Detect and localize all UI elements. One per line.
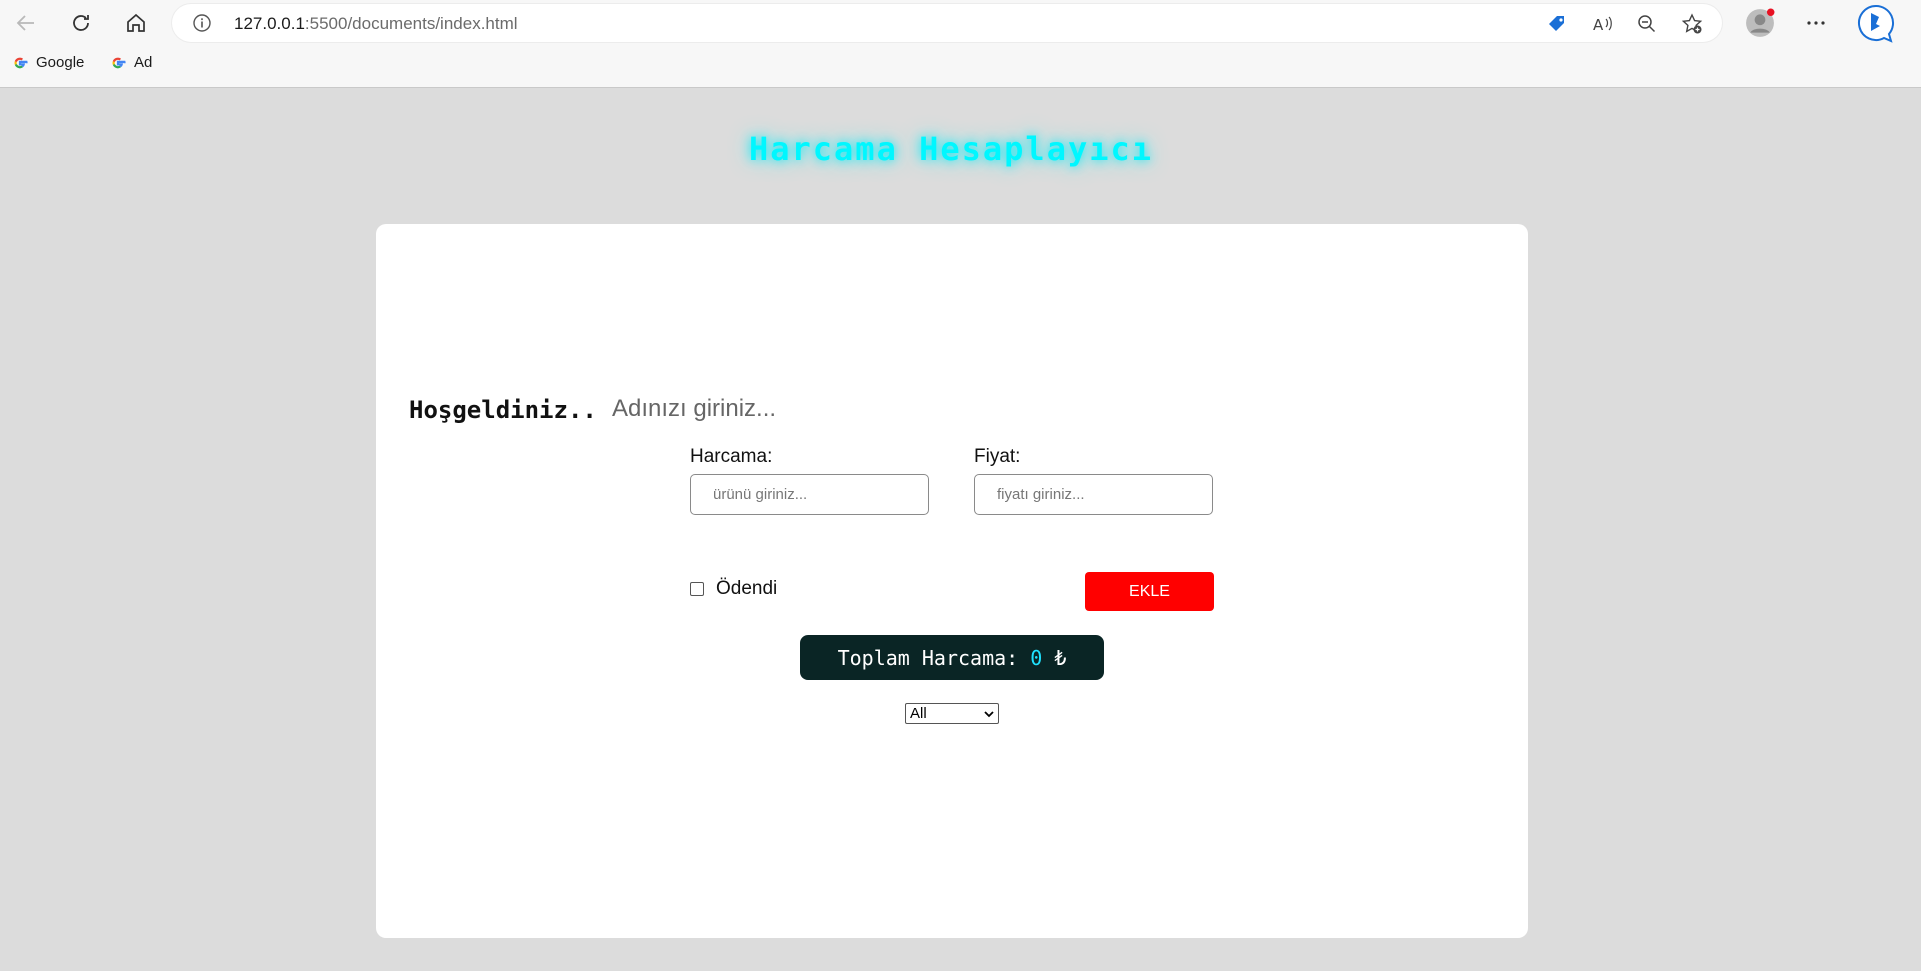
paid-checkbox[interactable] (690, 582, 704, 596)
favorite-star-icon[interactable] (1681, 13, 1703, 35)
google-icon (112, 57, 126, 68)
google-icon (14, 57, 28, 68)
bookmarks-bar: Google Ad (0, 48, 1921, 82)
home-icon (127, 13, 145, 32)
reload-icon (73, 15, 89, 31)
bookmark-label: Google (36, 54, 85, 71)
address-bar[interactable]: 127.0.0.1:5500/documents/index.html A (172, 4, 1722, 42)
browser-chrome: 127.0.0.1:5500/documents/index.html A Go… (0, 0, 1921, 88)
url-host: 127.0.0.1 (234, 14, 305, 33)
calculator-card: Hoşgeldiniz.. Harcama: Fiyat: Ödendi EKL… (376, 224, 1528, 938)
read-aloud-icon[interactable]: A (1591, 13, 1613, 35)
browser-toolbar: 127.0.0.1:5500/documents/index.html A (0, 0, 1921, 46)
add-button[interactable]: EKLE (1085, 572, 1214, 611)
price-tag-icon[interactable] (1546, 13, 1568, 35)
url-text[interactable]: 127.0.0.1:5500/documents/index.html (234, 14, 518, 34)
more-menu-button[interactable] (1798, 5, 1834, 41)
bookmark-label: Ad (134, 54, 153, 71)
bookmark-ad[interactable]: Ad (110, 54, 152, 71)
welcome-text: Hoşgeldiniz.. (409, 396, 597, 424)
bing-chat-icon (1858, 4, 1895, 43)
chevron-down-icon (984, 710, 994, 717)
filter-selected-value: All (910, 705, 927, 722)
paid-label[interactable]: Ödendi (716, 578, 777, 600)
currency-symbol: ₺ (1042, 645, 1067, 670)
back-button[interactable] (8, 5, 44, 41)
page-title: Harcama Hesaplayıcı (748, 130, 1154, 168)
bing-button[interactable] (1855, 2, 1897, 44)
arrow-left-icon (16, 15, 34, 31)
filter-select[interactable]: All (905, 703, 999, 724)
expense-input[interactable] (690, 474, 929, 515)
bookmark-google[interactable]: Google (12, 54, 84, 71)
zoom-out-icon[interactable] (1636, 13, 1658, 35)
home-button[interactable] (118, 5, 154, 41)
svg-text:A: A (1593, 16, 1604, 34)
avatar-icon (1746, 8, 1775, 37)
name-input[interactable] (612, 389, 912, 429)
total-amount: 0 (1030, 645, 1043, 670)
expense-label: Harcama: (690, 446, 773, 467)
info-icon[interactable] (192, 13, 212, 33)
price-input[interactable] (974, 474, 1213, 515)
reload-button[interactable] (63, 5, 99, 41)
more-dots-icon (1807, 21, 1825, 25)
total-expense-box: Toplam Harcama: 0 ₺ (800, 635, 1104, 680)
profile-button[interactable] (1742, 5, 1778, 41)
url-path: :5500/documents/index.html (304, 14, 518, 33)
price-label: Fiyat: (974, 446, 1021, 467)
total-label: Toplam Harcama: (837, 645, 1031, 670)
